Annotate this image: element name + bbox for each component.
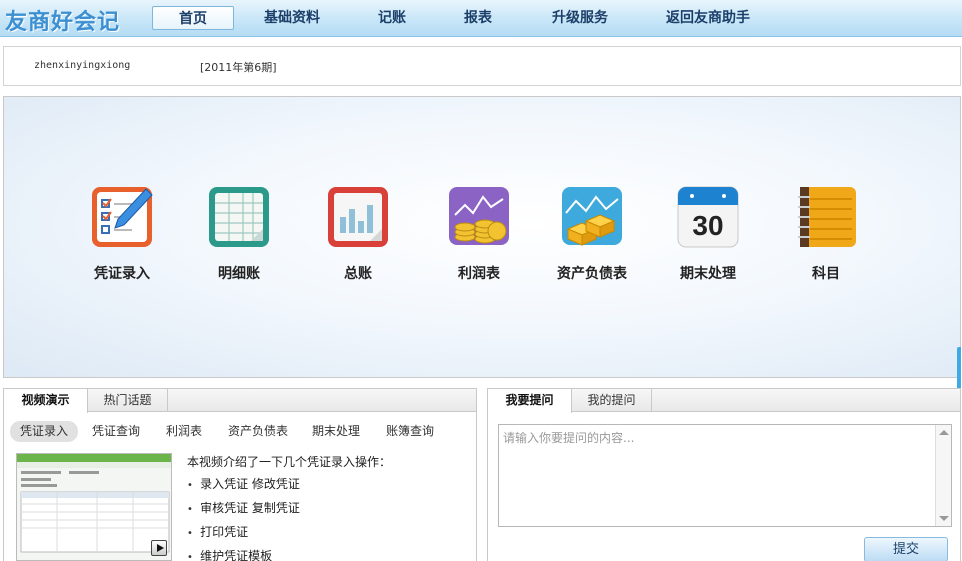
tab-hot-topics[interactable]: 热门话题 <box>88 389 168 412</box>
list-item: 录入凭证 修改凭证 <box>187 473 391 497</box>
app-period-end[interactable]: 30 期末处理 <box>663 185 753 283</box>
app-launcher-panel: 凭证录入 明细账 总账 利润表 资产负债表 30 期末处理 科目 <box>3 96 961 437</box>
subtab-voucher-query[interactable]: 凭证查询 <box>86 421 146 442</box>
app-label: 期末处理 <box>680 266 736 282</box>
nav-upgrade[interactable]: 升级服务 <box>538 6 622 30</box>
video-intro: 本视频介绍了一下几个凭证录入操作： <box>187 455 392 469</box>
app-label: 资产负债表 <box>557 266 627 282</box>
video-feature-list: 录入凭证 修改凭证 审核凭证 复制凭证 打印凭证 维护凭证模板 <box>187 473 391 561</box>
tab-video-demo[interactable]: 视频演示 <box>4 389 88 413</box>
video-tabs: 视频演示 热门话题 <box>4 389 476 413</box>
app-label: 科目 <box>812 266 840 282</box>
question-scrollbar[interactable] <box>935 425 951 526</box>
nav-back-assistant[interactable]: 返回友商助手 <box>652 6 764 30</box>
tab-my-questions[interactable]: 我的提问 <box>572 389 652 412</box>
app-label: 凭证录入 <box>94 266 150 282</box>
question-input[interactable]: 请输入你要提问的内容... <box>498 424 952 527</box>
app-logo: 友商好会记 <box>5 9 121 35</box>
balance-sheet-icon <box>560 185 624 249</box>
subtab-voucher-entry[interactable]: 凭证录入 <box>10 421 78 442</box>
app-general-ledger[interactable]: 总账 <box>313 185 403 283</box>
scroll-down-icon[interactable] <box>939 516 949 521</box>
app-detail-ledger[interactable]: 明细账 <box>194 185 284 283</box>
nav-home[interactable]: 首页 <box>152 6 234 30</box>
tab-ask-question[interactable]: 我要提问 <box>488 389 572 413</box>
app-accounts[interactable]: 科目 <box>781 185 871 283</box>
scroll-up-icon[interactable] <box>939 430 949 435</box>
ask-question-panel: 我要提问 我的提问 请输入你要提问的内容... 提交 <box>487 388 961 561</box>
app-label: 明细账 <box>218 266 260 282</box>
subtab-balance-sheet[interactable]: 资产负债表 <box>222 421 294 442</box>
app-balance-sheet[interactable]: 资产负债表 <box>546 185 638 283</box>
app-income-statement[interactable]: 利润表 <box>434 185 524 283</box>
accounting-period: [2011年第6期] <box>200 61 277 74</box>
general-ledger-icon <box>326 185 390 249</box>
notebook-icon <box>794 185 858 249</box>
video-thumbnail[interactable] <box>16 453 172 561</box>
app-label: 总账 <box>344 266 372 282</box>
list-item: 审核凭证 复制凭证 <box>187 497 391 521</box>
submit-button[interactable]: 提交 <box>864 537 948 561</box>
list-item: 维护凭证模板 <box>187 545 391 561</box>
voucher-entry-icon <box>90 185 154 249</box>
calendar-icon: 30 <box>676 185 740 249</box>
detail-ledger-icon <box>207 185 271 249</box>
video-preview-image <box>17 454 171 553</box>
subtab-period-end[interactable]: 期末处理 <box>308 421 364 442</box>
app-voucher-entry[interactable]: 凭证录入 <box>77 185 167 283</box>
top-nav-bar: 友商好会记 首页 基础资料 记账 报表 升级服务 返回友商助手 <box>0 0 962 37</box>
question-placeholder: 请输入你要提问的内容... <box>503 431 635 445</box>
income-statement-icon <box>447 185 511 249</box>
user-info-bar: zhenxinyingxiong [2011年第6期] <box>3 46 961 86</box>
list-item: 打印凭证 <box>187 521 391 545</box>
app-label: 利润表 <box>458 266 500 282</box>
username: zhenxinyingxiong <box>34 60 131 71</box>
subtab-ledger-query[interactable]: 账簿查询 <box>382 421 438 442</box>
nav-bookkeeping[interactable]: 记账 <box>364 6 420 30</box>
video-description: 本视频介绍了一下几个凭证录入操作： 录入凭证 修改凭证 审核凭证 复制凭证 打印… <box>187 451 391 561</box>
subtab-income-statement[interactable]: 利润表 <box>160 421 208 442</box>
question-tabs: 我要提问 我的提问 <box>488 389 960 413</box>
video-demo-panel: 视频演示 热门话题 凭证录入 凭证查询 利润表 资产负债表 期末处理 账簿查询 … <box>3 388 477 561</box>
play-button[interactable] <box>151 540 167 556</box>
nav-basic-data[interactable]: 基础资料 <box>250 6 334 30</box>
calendar-day: 30 <box>692 210 723 241</box>
nav-reports[interactable]: 报表 <box>450 6 506 30</box>
